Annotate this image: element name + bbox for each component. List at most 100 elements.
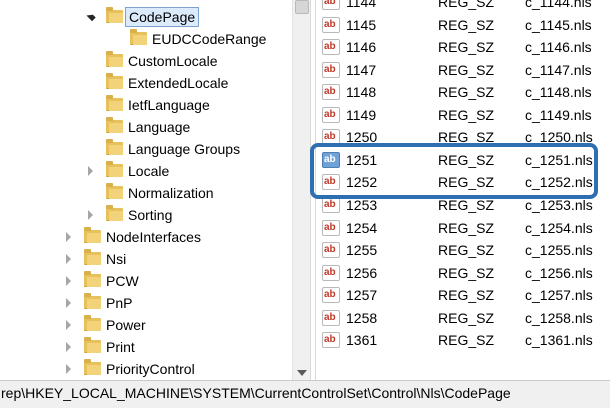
value-row[interactable]: ab 1250 REG_SZ c_1250.nls	[316, 126, 610, 148]
scroll-down-arrow-icon[interactable]	[297, 370, 307, 376]
folder-icon	[106, 161, 123, 177]
tree-node[interactable]: EUDCCodeRange	[112, 28, 292, 50]
expand-triangle-icon[interactable]	[66, 320, 71, 330]
registry-key-tree[interactable]: CodePage EUDCCodeRange CustomLocale Extende…	[0, 0, 292, 380]
tree-node[interactable]: Nsi	[66, 248, 292, 270]
expand-triangle-icon[interactable]	[66, 232, 71, 242]
tree-node-label: Language Groups	[128, 141, 241, 157]
folder-icon	[106, 205, 123, 221]
string-value-icon: ab	[322, 242, 340, 259]
string-value-icon-text: ab	[324, 86, 336, 98]
tree-node[interactable]: CodePage	[86, 6, 292, 28]
tree-node-label: Nsi	[106, 251, 127, 267]
string-value-icon: ab	[322, 129, 340, 146]
expand-triangle-icon[interactable]	[88, 210, 93, 220]
value-type: REG_SZ	[438, 61, 495, 78]
value-type: REG_SZ	[438, 309, 495, 326]
value-name: 1146	[346, 39, 377, 56]
string-value-icon: ab	[322, 0, 340, 10]
value-data: c_1361.nls	[525, 332, 593, 349]
value-row[interactable]: ab 1148 REG_SZ c_1148.nls	[316, 81, 610, 103]
value-data: c_1251.nls	[525, 151, 593, 168]
tree-node[interactable]: PriorityControl	[66, 358, 292, 380]
folder-icon	[106, 51, 123, 67]
tree-node[interactable]: NodeInterfaces	[66, 226, 292, 248]
expand-triangle-icon[interactable]	[88, 166, 93, 176]
tree-node[interactable]: PnP	[66, 292, 292, 314]
value-row[interactable]: ab 1253 REG_SZ c_1253.nls	[316, 194, 610, 216]
value-row[interactable]: ab 1145 REG_SZ c_1145.nls	[316, 14, 610, 36]
folder-icon	[106, 139, 123, 155]
string-value-icon-text: ab	[324, 289, 336, 301]
tree-node[interactable]: Print	[66, 336, 292, 358]
folder-icon	[84, 293, 101, 309]
value-row[interactable]: ab 1149 REG_SZ c_1149.nls	[316, 104, 610, 126]
value-name: 1147	[346, 61, 377, 78]
status-bar: rep\HKEY_LOCAL_MACHINE\SYSTEM\CurrentCon…	[0, 380, 610, 408]
value-row[interactable]: ab 1257 REG_SZ c_1257.nls	[316, 284, 610, 306]
value-name: 1251	[346, 151, 378, 168]
value-row[interactable]: ab 1255 REG_SZ c_1255.nls	[316, 239, 610, 261]
value-row[interactable]: ab 1144 REG_SZ c_1144.nls	[316, 0, 610, 13]
value-row[interactable]: ab 1361 REG_SZ c_1361.nls	[316, 329, 610, 351]
tree-node-label: CodePage	[125, 7, 200, 27]
value-type: REG_SZ	[438, 174, 495, 191]
tree-node[interactable]: PCW	[66, 270, 292, 292]
folder-icon	[130, 29, 147, 45]
value-type: REG_SZ	[438, 0, 495, 10]
tree-node[interactable]: Power	[66, 314, 292, 336]
string-value-icon-text: ab	[324, 266, 336, 278]
value-row[interactable]: ab 1147 REG_SZ c_1147.nls	[316, 59, 610, 81]
folder-icon	[106, 73, 123, 89]
tree-node-label: Normalization	[128, 185, 214, 201]
tree-node-label: ExtendedLocale	[128, 75, 229, 91]
tree-node[interactable]: Language	[88, 116, 292, 138]
string-value-icon-text: ab	[324, 334, 336, 346]
value-data: c_1149.nls	[525, 106, 592, 123]
string-value-icon: ab	[322, 61, 340, 78]
collapse-triangle-icon[interactable]	[86, 11, 96, 22]
expand-triangle-icon[interactable]	[66, 298, 71, 308]
tree-vertical-scrollbar[interactable]	[292, 0, 310, 380]
tree-node-label: EUDCCodeRange	[152, 31, 267, 47]
string-value-icon: ab	[322, 151, 340, 168]
value-name: 1252	[346, 174, 378, 191]
value-row[interactable]: ab 1256 REG_SZ c_1256.nls	[316, 262, 610, 284]
expand-triangle-icon[interactable]	[66, 342, 71, 352]
value-data: c_1255.nls	[525, 242, 593, 259]
value-row[interactable]: ab 1254 REG_SZ c_1254.nls	[316, 217, 610, 239]
tree-node[interactable]: Normalization	[88, 182, 292, 204]
expand-triangle-icon[interactable]	[66, 254, 71, 264]
tree-node-label: Locale	[128, 163, 170, 179]
string-value-icon-text: ab	[324, 221, 336, 233]
expand-triangle-icon[interactable]	[66, 364, 71, 374]
value-type: REG_SZ	[438, 16, 495, 33]
value-row[interactable]: ab 1252 REG_SZ c_1252.nls	[316, 171, 610, 193]
value-name: 1257	[346, 287, 378, 304]
tree-node-label: IetfLanguage	[128, 97, 210, 113]
tree-node[interactable]: Locale	[88, 160, 292, 182]
tree-node[interactable]: Sorting	[88, 204, 292, 226]
string-value-icon-text: ab	[324, 131, 336, 143]
value-row[interactable]: ab 1146 REG_SZ c_1146.nls	[316, 36, 610, 58]
tree-node[interactable]: IetfLanguage	[88, 94, 292, 116]
folder-icon	[84, 337, 101, 353]
registry-value-list[interactable]: ab 1144 REG_SZ c_1144.nls ab 1145 REG_SZ c_1145…	[316, 0, 610, 380]
value-data: c_1146.nls	[525, 39, 592, 56]
folder-icon	[106, 95, 123, 111]
tree-node[interactable]: CustomLocale	[88, 50, 292, 72]
value-type: REG_SZ	[438, 287, 495, 304]
value-name: 1253	[346, 196, 378, 213]
string-value-icon: ab	[322, 264, 340, 281]
tree-node-label: Sorting	[128, 207, 173, 223]
value-row[interactable]: ab 1251 REG_SZ c_1251.nls	[316, 149, 610, 171]
value-data: c_1252.nls	[525, 174, 593, 191]
tree-node[interactable]: ExtendedLocale	[88, 72, 292, 94]
value-type: REG_SZ	[438, 84, 495, 101]
value-row[interactable]: ab 1258 REG_SZ c_1258.nls	[316, 307, 610, 329]
expand-triangle-icon[interactable]	[66, 276, 71, 286]
tree-node-label: PnP	[106, 295, 133, 311]
tree-node[interactable]: Language Groups	[88, 138, 292, 160]
value-type: REG_SZ	[438, 106, 495, 123]
scrollbar-thumb[interactable]	[295, 0, 309, 14]
